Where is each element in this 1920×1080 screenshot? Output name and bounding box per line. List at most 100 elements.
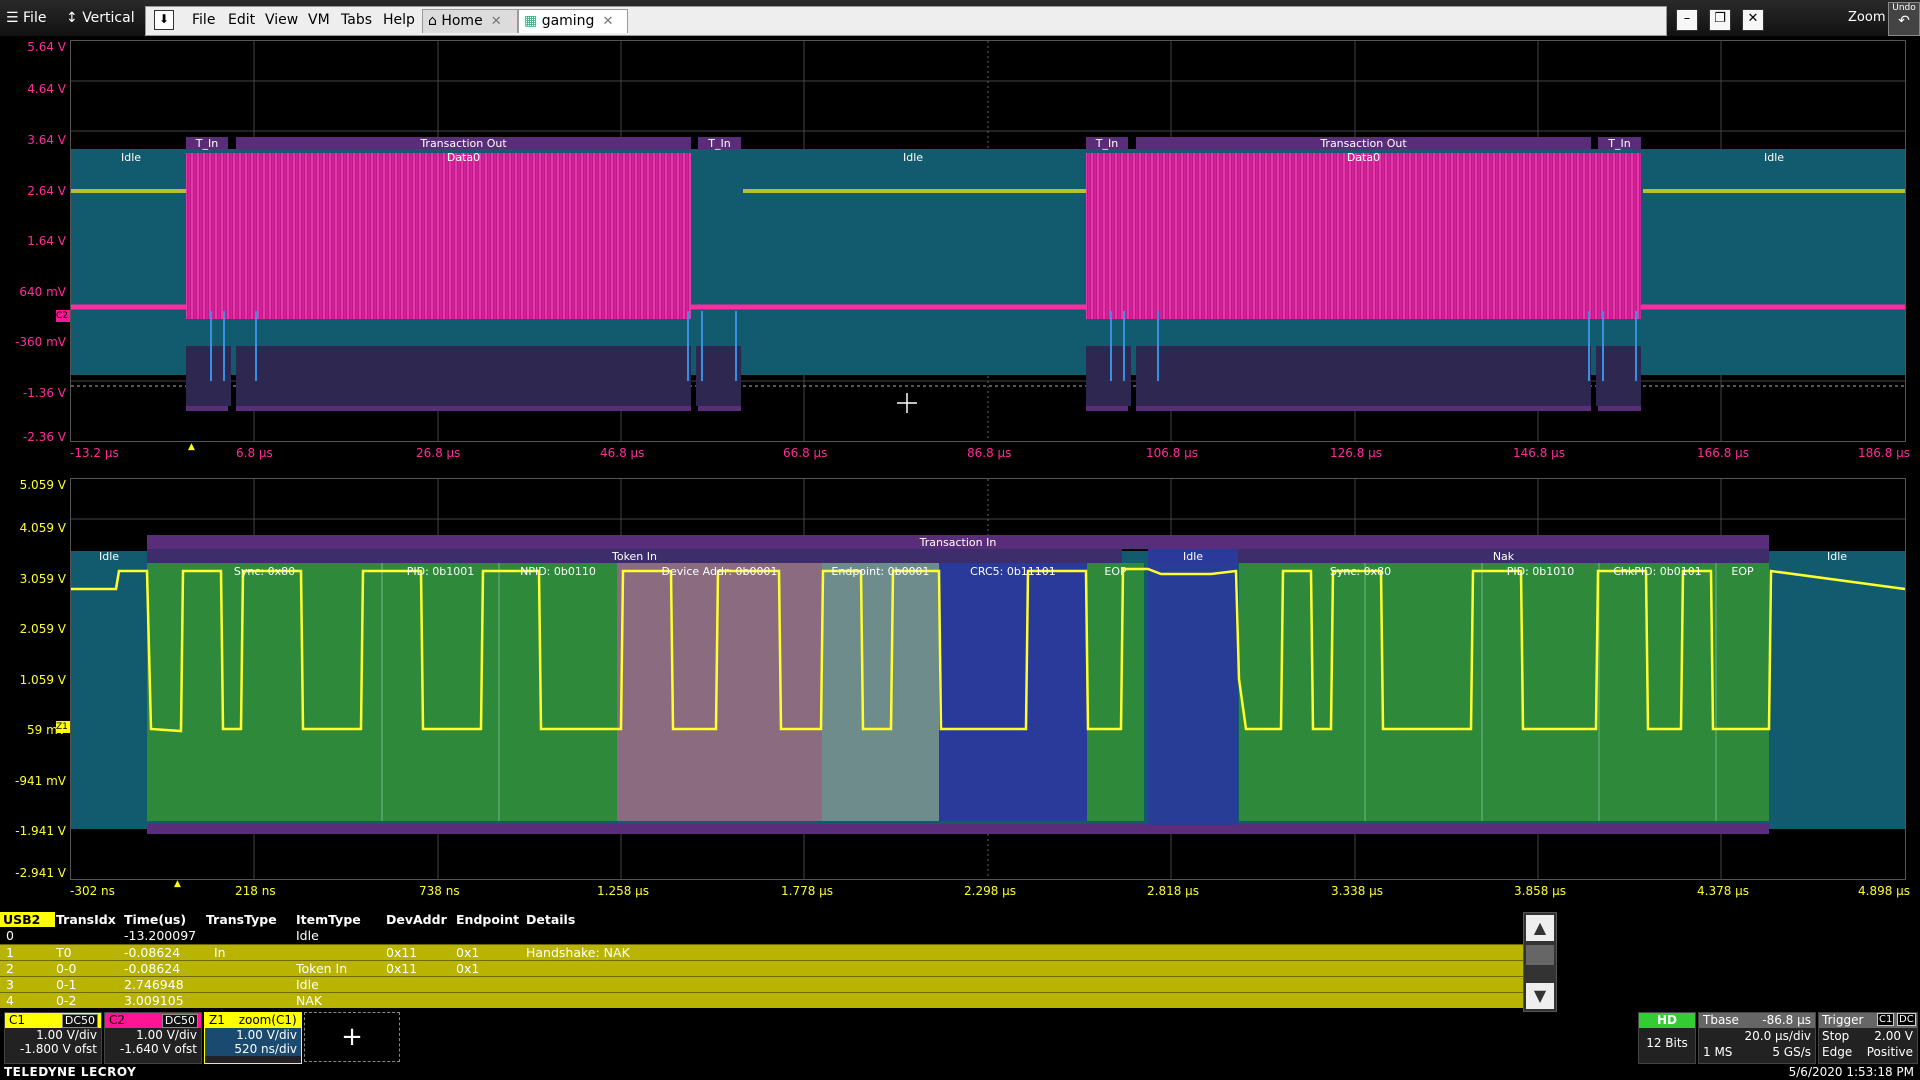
zoom-label[interactable]: Zoom (1848, 10, 1885, 25)
y-label: -941 mV (15, 774, 66, 788)
column-header[interactable]: TransIdx (56, 912, 116, 927)
scroll-thumb[interactable] (1526, 945, 1554, 965)
table-row[interactable]: 1 T0 -0.08624 In 0x11 0x1 Handshake: NAK (0, 944, 1525, 960)
table-cell: 3 (6, 977, 14, 992)
column-header[interactable]: ItemType (296, 912, 361, 927)
table-cell: -13.200097 (124, 928, 197, 943)
time-per-div: 20.0 µs/div (1744, 1029, 1811, 1043)
menu-bar: ☰ File ↕ Vertical ⬇ File Edit View VM Ta… (0, 0, 1920, 36)
table-row[interactable]: 4 0-2 3.009105 NAK (0, 992, 1525, 1008)
decode-label-idle: Idle (1763, 151, 1785, 164)
decode-label-npid: NPID: 0b0110 (520, 565, 596, 578)
decode-label-idle: Idle (98, 550, 120, 563)
vertical-menu-label: Vertical (82, 10, 135, 26)
table-row[interactable]: 0 -13.200097 Idle (0, 928, 1525, 943)
column-header[interactable]: Time(us) (124, 912, 186, 927)
column-header[interactable]: TransType (206, 912, 277, 927)
decode-label-crc5: CRC5: 0b11101 (970, 565, 1056, 578)
scroll-up-icon[interactable]: ▲ (1526, 915, 1554, 941)
y-label: 2.64 V (27, 184, 66, 198)
table-cell: -0.08624 (124, 945, 181, 960)
decode-label-token-in: Token In (611, 550, 657, 563)
y-label: 4.64 V (27, 82, 66, 96)
trigger-header: Trigger C1 DC (1819, 1013, 1917, 1028)
column-header[interactable]: Endpoint (456, 912, 519, 927)
table-cell: 0x11 (386, 945, 418, 960)
timebase-box[interactable]: Tbase -86.8 µs 20.0 µs/div 1 MS 5 GS/s (1698, 1012, 1816, 1064)
close-icon[interactable]: ✕ (602, 14, 613, 29)
x-label: 146.8 µs (1513, 446, 1566, 460)
decode-label-transaction-out: Transaction Out (420, 137, 507, 150)
undo-icon: ↶ (1898, 13, 1910, 29)
y-label: 1.64 V (27, 234, 66, 248)
pin-icon[interactable]: ⬇ (154, 10, 174, 30)
vertical-menu-button[interactable]: ↕ Vertical (66, 0, 135, 36)
x-label: 3.338 µs (1331, 884, 1384, 898)
channel-marker-z1[interactable]: Z1 (56, 721, 70, 733)
trigger-box[interactable]: Trigger C1 DC Stop 2.00 V Edge Positive (1818, 1012, 1918, 1064)
decode-label-nak: Nak (1492, 550, 1515, 563)
table-cell: Token In (296, 961, 348, 976)
trigger-coupling: DC (1897, 1013, 1916, 1026)
table-cell: 4 (6, 993, 14, 1008)
table-row[interactable]: 3 0-1 2.746948 Idle (0, 976, 1525, 992)
tab-home-label: Home (441, 13, 483, 29)
trigger-position-icon: ▲ (174, 879, 181, 889)
undo-button[interactable]: Undo ↶ (1888, 2, 1920, 36)
trigger-mode: Stop (1822, 1029, 1850, 1043)
x-label: 6.8 µs (236, 446, 273, 460)
menu-item-vm[interactable]: VM (308, 7, 330, 33)
close-window-icon[interactable]: ✕ (1742, 9, 1764, 31)
menu-item-view[interactable]: View (265, 7, 298, 33)
tab-home[interactable]: ⌂ Home ✕ (422, 9, 518, 33)
tab-gaming[interactable]: ▦ gaming ✕ (518, 9, 628, 33)
brand-logo: TELEDYNE LECROY (4, 1065, 137, 1079)
table-row[interactable]: 2 0-0 -0.08624 Token In 0x11 0x1 (0, 960, 1525, 976)
decode-label-idle: Idle (902, 151, 924, 164)
x-label: 66.8 µs (783, 446, 828, 460)
table-scrollbar[interactable]: ▲ ▼ (1523, 912, 1557, 1012)
table-tag: USB2 (0, 912, 55, 927)
x-label: 218 ns (235, 884, 276, 898)
channel-z1-box[interactable]: Z1 zoom(C1) 1.00 V/div 520 ns/div (204, 1012, 302, 1064)
time-per-div: 520 ns/div (205, 1042, 301, 1056)
minimize-icon[interactable]: – (1676, 9, 1698, 31)
decode-label-data0: Data0 (1346, 151, 1381, 164)
trigger-level: 2.00 V (1874, 1029, 1913, 1043)
top-grid[interactable]: T_In Transaction Out T_In T_In Transacti… (70, 40, 1906, 442)
table-cell: -0.08624 (124, 961, 181, 976)
column-header[interactable]: DevAddr (386, 912, 447, 927)
column-header[interactable]: Details (526, 912, 575, 927)
hd-box[interactable]: HD 12 Bits (1638, 1012, 1696, 1064)
menu-item-help[interactable]: Help (383, 7, 415, 33)
x-label: -302 ns (70, 884, 115, 898)
table-cell: 0-0 (56, 961, 77, 976)
table-cell: 0-2 (56, 993, 77, 1008)
x-label: 46.8 µs (600, 446, 645, 460)
restore-icon[interactable]: ❐ (1709, 9, 1731, 31)
x-label: 166.8 µs (1697, 446, 1750, 460)
scroll-down-icon[interactable]: ▼ (1526, 983, 1554, 1009)
decode-label-pid: PID: 0b1001 (406, 565, 475, 578)
channel-c1-box[interactable]: C1 DC50 1.00 V/div -1.800 V ofst (4, 1012, 102, 1064)
menu-item-tabs[interactable]: Tabs (341, 7, 372, 33)
channel-c2-box[interactable]: C2 DC50 1.00 V/div -1.640 V ofst (104, 1012, 202, 1064)
x-label: 106.8 µs (1146, 446, 1199, 460)
menu-item-file[interactable]: File (192, 7, 215, 33)
table-cell: 0x1 (456, 961, 480, 976)
decode-label-eop: EOP (1104, 565, 1127, 578)
add-channel-button[interactable]: + (304, 1012, 400, 1062)
channel-marker-c2[interactable]: C2 (56, 310, 70, 322)
menu-item-edit[interactable]: Edit (228, 7, 255, 33)
menu-window: ⬇ File Edit View VM Tabs Help ⌂ Home ✕ ▦ … (145, 6, 1764, 36)
top-waveform-panel: 5.64 V 4.64 V 3.64 V 2.64 V 1.64 V 640 m… (0, 38, 1920, 470)
decode-label-chkpid: ChkPID: 0b0101 (1613, 565, 1702, 578)
x-label: 26.8 µs (416, 446, 461, 460)
bits-label: 12 Bits (1646, 1036, 1688, 1050)
channel-name: C1 (9, 1013, 26, 1027)
channel-c2-header: C2 DC50 (105, 1013, 201, 1028)
bottom-grid[interactable]: Transaction In Idle Token In Idle Nak Id… (70, 478, 1906, 880)
decode-label-idle: Idle (1826, 550, 1848, 563)
close-icon[interactable]: ✕ (491, 14, 502, 29)
file-menu-button[interactable]: ☰ File (6, 0, 46, 36)
